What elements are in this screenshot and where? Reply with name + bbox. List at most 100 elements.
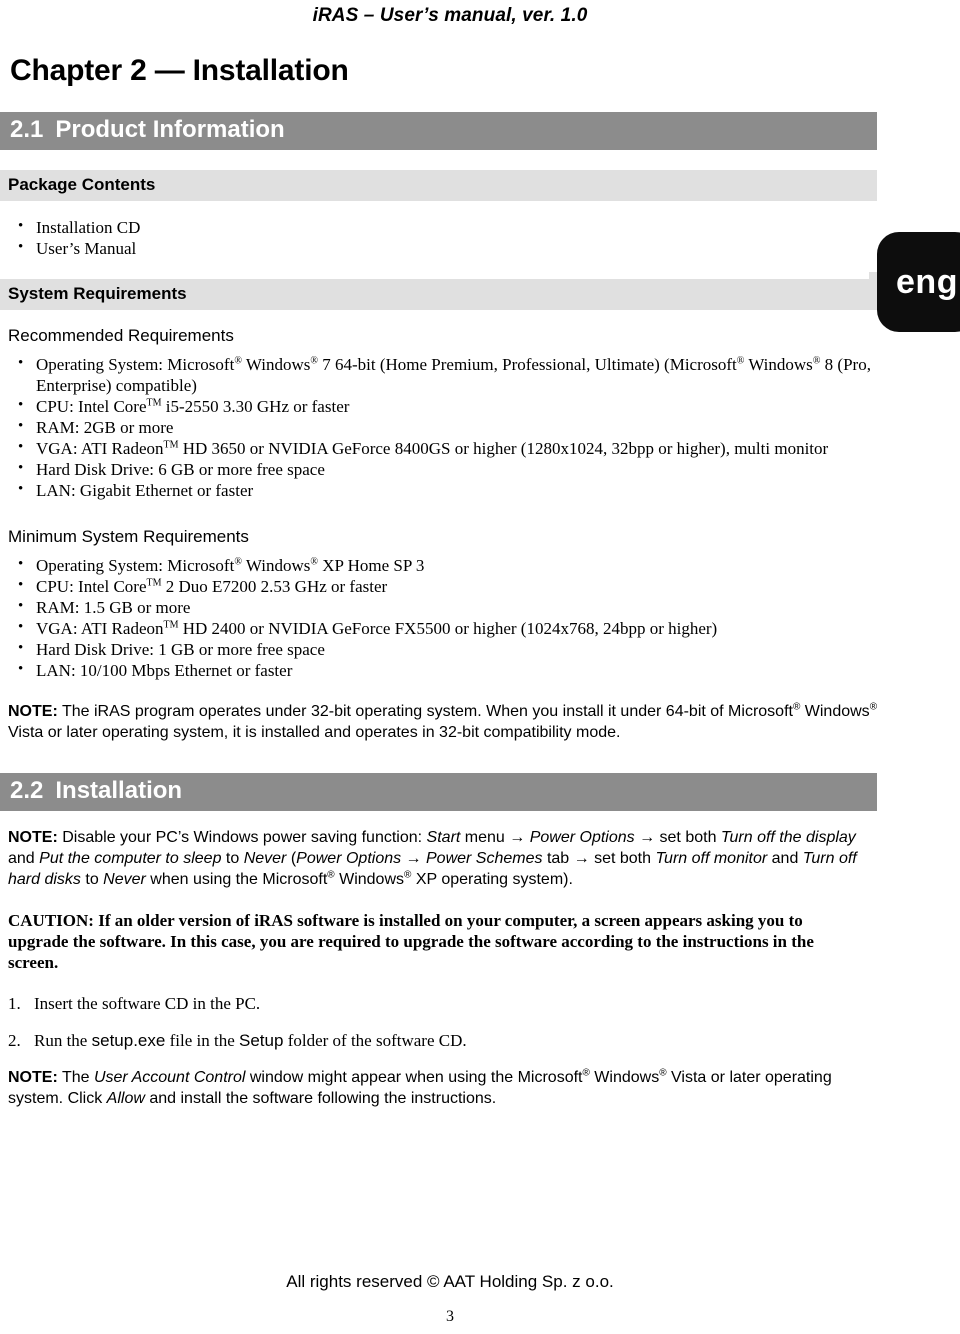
- note-i6: Power Options: [296, 850, 402, 867]
- section-title-21: Product Information: [55, 116, 285, 143]
- registered-icon: ®: [869, 701, 878, 713]
- section-title-22: Installation: [55, 777, 183, 804]
- subsection-header-system-requirements: System Requirements: [0, 279, 877, 310]
- document-page: iRAS – User’s manual, ver. 1.0 Chapter 2…: [0, 0, 960, 1334]
- cpu-prefix: CPU: Intel Core: [36, 397, 147, 416]
- minimum-requirements-list: Operating System: Microsoft® Windows® XP…: [0, 554, 960, 681]
- vga-prefix: VGA: ATI Radeon: [36, 439, 164, 458]
- cpu-prefix: CPU: Intel Core: [36, 577, 147, 596]
- note-t6: (: [286, 850, 297, 867]
- list-item-lan: LAN: 10/100 Mbps Ethernet or faster: [14, 659, 886, 681]
- step-prefix: Run the: [34, 1031, 92, 1050]
- list-item-ram: RAM: 1.5 GB or more: [14, 596, 886, 618]
- note-t3: → set both: [634, 829, 721, 846]
- step-mid: file in the: [165, 1031, 239, 1050]
- os-mid1: Windows: [241, 355, 311, 374]
- note-i5: Never: [243, 850, 287, 867]
- footer-credit: All rights reserved © AAT Holding Sp. z …: [286, 1272, 614, 1291]
- note-t11: when using the Microsoft: [145, 871, 328, 888]
- note-i2: Allow: [106, 1090, 145, 1107]
- note-t13: XP operating system).: [411, 871, 573, 888]
- section-header-installation: 2.2 Installation: [0, 773, 877, 811]
- list-item-hdd: Hard Disk Drive: 6 GB or more free space: [14, 458, 886, 480]
- step-bold-setup-folder: Setup: [239, 1031, 284, 1050]
- step-number: 2.: [8, 1031, 21, 1050]
- registered-icon: ®: [234, 355, 242, 367]
- list-item-vga: VGA: ATI RadeonTM HD 3650 or NVIDIA GeFo…: [14, 437, 886, 459]
- installation-steps: 1. Insert the software CD in the PC. 2. Ru…: [0, 993, 960, 1051]
- section-number-21: 2.1: [10, 116, 44, 143]
- vga-suffix: HD 3650 or NVIDIA GeForce 8400GS or high…: [178, 439, 829, 458]
- note-32bit: NOTE: The iRAS program operates under 32…: [0, 701, 878, 743]
- footer-page-number: 3: [446, 1308, 454, 1325]
- note-t7: →: [401, 850, 426, 867]
- os-mid2: 7 64-bit (Home Premium, Professional, Ul…: [317, 355, 737, 374]
- list-item-ram: RAM: 2GB or more: [14, 416, 886, 438]
- section-number-22: 2.2: [10, 777, 44, 804]
- registered-icon: ®: [659, 1067, 667, 1079]
- trademark-icon: TM: [163, 439, 179, 451]
- note-i1: Start: [426, 829, 461, 846]
- trademark-icon: TM: [146, 397, 162, 409]
- list-item-step-2: 2. Run the setup.exe file in the Setup fo…: [8, 1030, 960, 1051]
- trademark-icon: TM: [146, 577, 162, 589]
- section-header-product-information: 2.1 Product Information: [0, 112, 877, 150]
- note-i7: Power Schemes: [426, 850, 543, 867]
- note-i1: User Account Control: [93, 1069, 246, 1086]
- list-item-step-1: 1. Insert the software CD in the PC.: [8, 993, 960, 1014]
- recommended-requirements-list: Operating System: Microsoft® Windows® 7 …: [0, 353, 960, 501]
- note-t5: to: [221, 850, 244, 867]
- note-i4: Put the computer to sleep: [39, 850, 222, 867]
- heading-recommended-requirements: Recommended Requirements: [8, 326, 234, 345]
- note-i2: Power Options: [529, 829, 635, 846]
- note-t9: and: [767, 850, 803, 867]
- step-suffix: folder of the software CD.: [283, 1031, 467, 1050]
- note-user-account-control: NOTE: The User Account Control window mi…: [0, 1067, 878, 1109]
- list-item-hdd: Hard Disk Drive: 1 GB or more free space: [14, 638, 886, 660]
- caution-text: If an older version of iRAS software is …: [8, 911, 814, 972]
- note-t3: Windows: [589, 1069, 660, 1086]
- registered-icon: ®: [582, 1067, 590, 1079]
- note-t10: to: [80, 871, 104, 888]
- note-text-3: Vista or later operating system, it is i…: [8, 724, 621, 741]
- note-power-saving: NOTE: Disable your PC’s Windows power sa…: [0, 827, 878, 890]
- note-label: NOTE:: [8, 829, 58, 846]
- note-text-1: The iRAS program operates under 32-bit o…: [57, 703, 793, 720]
- heading-minimum-requirements: Minimum System Requirements: [8, 527, 249, 546]
- os-mid1: Windows: [241, 556, 311, 575]
- caution-block: CAUTION: If an older version of iRAS sof…: [0, 910, 853, 973]
- os-prefix: Operating System: Microsoft: [36, 556, 235, 575]
- registered-icon: ®: [310, 355, 318, 367]
- note-t8: tab → set both: [542, 850, 656, 867]
- trademark-icon: TM: [163, 619, 179, 631]
- note-i10: Never: [103, 871, 146, 888]
- vga-suffix: HD 2400 or NVIDIA GeForce FX5500 or high…: [178, 619, 718, 638]
- registered-icon: ®: [327, 869, 335, 881]
- list-item-lan: LAN: Gigabit Ethernet or faster: [14, 479, 886, 501]
- note-t5: and install the software following the i…: [144, 1090, 497, 1107]
- caution-label: CAUTION:: [8, 911, 94, 930]
- running-head: iRAS – User’s manual, ver. 1.0: [312, 5, 588, 26]
- list-item-vga: VGA: ATI RadeonTM HD 2400 or NVIDIA GeFo…: [14, 617, 886, 639]
- step-text: Insert the software CD in the PC.: [34, 994, 261, 1013]
- registered-icon: ®: [310, 556, 318, 568]
- list-item-cpu: CPU: Intel CoreTM i5-2550 3.30 GHz or fa…: [14, 395, 886, 417]
- os-mid3: Windows: [744, 355, 813, 374]
- note-t4: and: [8, 850, 40, 867]
- note-i3: Turn off the display: [720, 829, 856, 846]
- package-contents-list: Installation CD User’s Manual: [0, 216, 960, 259]
- note-label: NOTE:: [8, 1069, 58, 1086]
- cpu-suffix: i5-2550 3.30 GHz or faster: [161, 397, 350, 416]
- note-t1: Disable your PC’s Windows power saving f…: [57, 829, 427, 846]
- list-item: User’s Manual: [14, 237, 886, 259]
- note-t12: Windows: [334, 871, 404, 888]
- note-i8: Turn off monitor: [655, 850, 768, 867]
- cpu-suffix: 2 Duo E7200 2.53 GHz or faster: [161, 577, 388, 596]
- os-suffix: XP Home SP 3: [317, 556, 425, 575]
- step-number: 1.: [8, 994, 21, 1013]
- document-content: 2.1 Product Information Package Contents …: [0, 112, 960, 1109]
- list-item-cpu: CPU: Intel CoreTM 2 Duo E7200 2.53 GHz o…: [14, 575, 886, 597]
- note-t2: menu →: [460, 829, 530, 846]
- chapter-title: Chapter 2 — Installation: [10, 54, 349, 88]
- list-item-os: Operating System: Microsoft® Windows® XP…: [14, 554, 886, 576]
